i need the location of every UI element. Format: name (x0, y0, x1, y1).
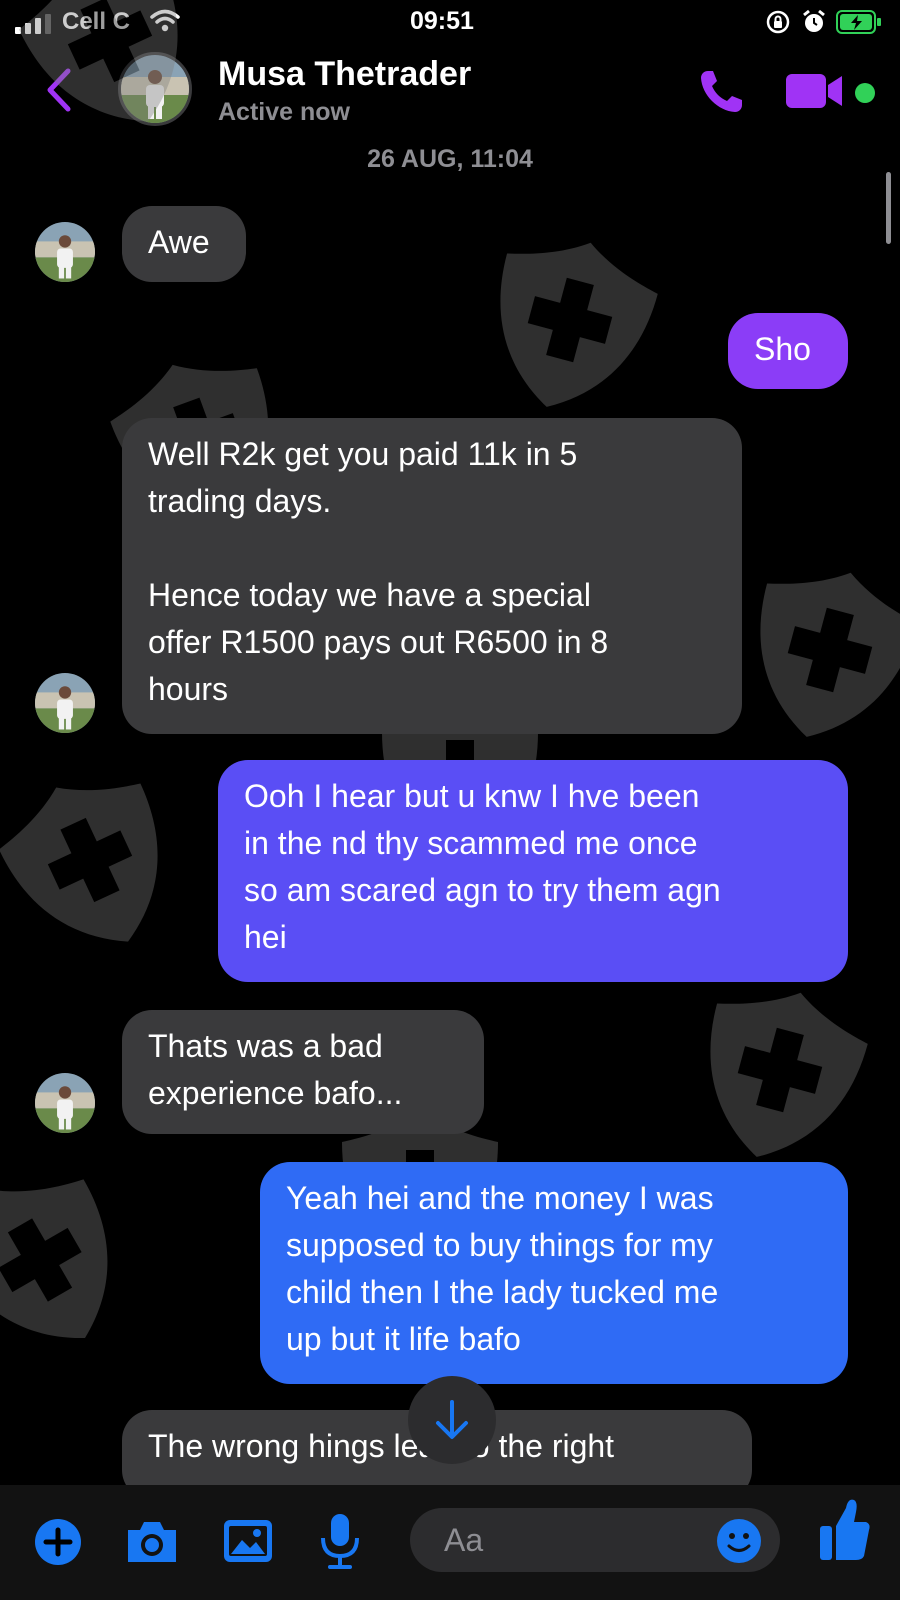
online-indicator (855, 83, 875, 103)
message-bubble-incoming[interactable]: Awe (122, 206, 246, 282)
avatar-photo (35, 1073, 95, 1133)
video-camera-icon[interactable] (786, 70, 844, 112)
camera-icon[interactable] (124, 1516, 180, 1566)
message-bubble-outgoing[interactable]: Yeah hei and the money I was supposed to… (260, 1162, 848, 1384)
signal-icon (15, 14, 51, 34)
alarm-icon (803, 9, 825, 32)
arrow-down-icon (436, 1400, 468, 1439)
back-arrow-icon[interactable] (42, 65, 76, 115)
avatar-photo (35, 222, 95, 282)
image-icon[interactable] (222, 1516, 274, 1566)
conversation-timestamp: 26 AUG, 11:04 (367, 145, 533, 173)
sender-avatar[interactable] (35, 222, 95, 282)
contact-avatar[interactable] (118, 52, 192, 126)
scroll-to-bottom-button[interactable] (408, 1376, 496, 1464)
plus-icon[interactable] (34, 1518, 82, 1566)
avatar-photo (35, 673, 95, 733)
emoji-icon[interactable] (714, 1516, 764, 1566)
battery-icon (836, 10, 881, 34)
message-input-placeholder: Aa (444, 1522, 484, 1558)
thumbs-up-icon[interactable] (818, 1488, 872, 1568)
wifi-icon (150, 9, 180, 32)
orientation-lock-icon (766, 10, 790, 34)
message-bubble-incoming[interactable]: Thats was a bad experience bafo... (122, 1010, 484, 1134)
status-bar: Cell C 09:51 (0, 0, 900, 46)
clock: 09:51 (410, 7, 474, 35)
carrier-name: Cell C (62, 8, 131, 35)
message-bubble-outgoing[interactable]: Ooh I hear but u knw I hve been in the n… (218, 760, 848, 982)
contact-name[interactable]: Musa Thetrader (218, 55, 471, 94)
message-bubble-outgoing[interactable]: Sho (728, 313, 848, 389)
scrollbar[interactable] (886, 172, 891, 244)
phone-icon[interactable] (696, 65, 748, 117)
avatar-photo (121, 55, 189, 123)
microphone-icon[interactable] (318, 1512, 362, 1570)
sender-avatar[interactable] (35, 1073, 95, 1133)
presence-status: Active now (218, 98, 350, 126)
sender-avatar[interactable] (35, 673, 95, 733)
message-bubble-incoming[interactable]: Well R2k get you paid 11k in 5 trading d… (122, 418, 742, 734)
